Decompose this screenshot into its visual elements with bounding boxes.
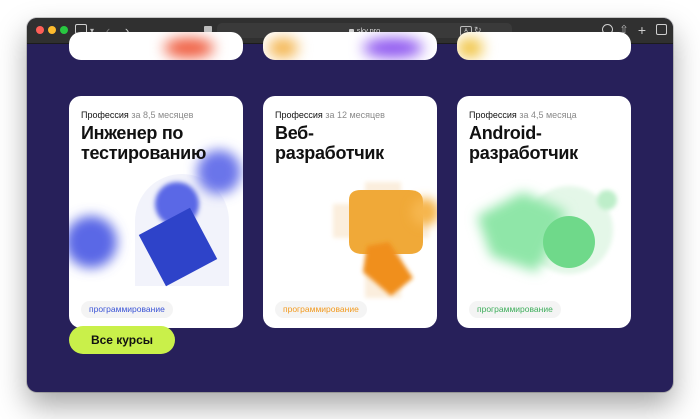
card-title: Веб-разработчик	[275, 123, 384, 163]
page-content: Профессия за 8,5 месяцев Инженер по тест…	[27, 32, 673, 392]
course-card-web[interactable]: Профессия за 12 месяцев Веб-разработчик …	[263, 96, 437, 328]
close-window-button[interactable]	[36, 26, 44, 34]
new-tab-icon[interactable]: +	[637, 22, 647, 39]
browser-window: ▾ ‹ › sky.pro A ↻ ⇧ + Профессия за 8,5 м…	[27, 18, 673, 392]
zoom-window-button[interactable]	[60, 26, 68, 34]
previous-card[interactable]	[457, 32, 631, 60]
card-art	[164, 38, 214, 58]
card-title: Инженер по тестированию	[81, 123, 207, 163]
card-tag[interactable]: программирование	[81, 301, 173, 318]
course-card-android[interactable]: Профессия за 4,5 месяца Android-разработ…	[457, 96, 631, 328]
previous-card[interactable]	[263, 32, 437, 60]
minimize-window-button[interactable]	[48, 26, 56, 34]
card-title: Android-разработчик	[469, 123, 578, 163]
card-art	[363, 38, 423, 58]
card-tag[interactable]: программирование	[275, 301, 367, 318]
card-tag[interactable]: программирование	[469, 301, 561, 318]
tab-overview-icon[interactable]	[655, 22, 667, 39]
course-card-qa[interactable]: Профессия за 8,5 месяцев Инженер по тест…	[69, 96, 243, 328]
card-art	[268, 38, 298, 58]
card-art	[457, 38, 483, 58]
previous-card[interactable]	[69, 32, 243, 60]
all-courses-button[interactable]: Все курсы	[69, 326, 175, 354]
